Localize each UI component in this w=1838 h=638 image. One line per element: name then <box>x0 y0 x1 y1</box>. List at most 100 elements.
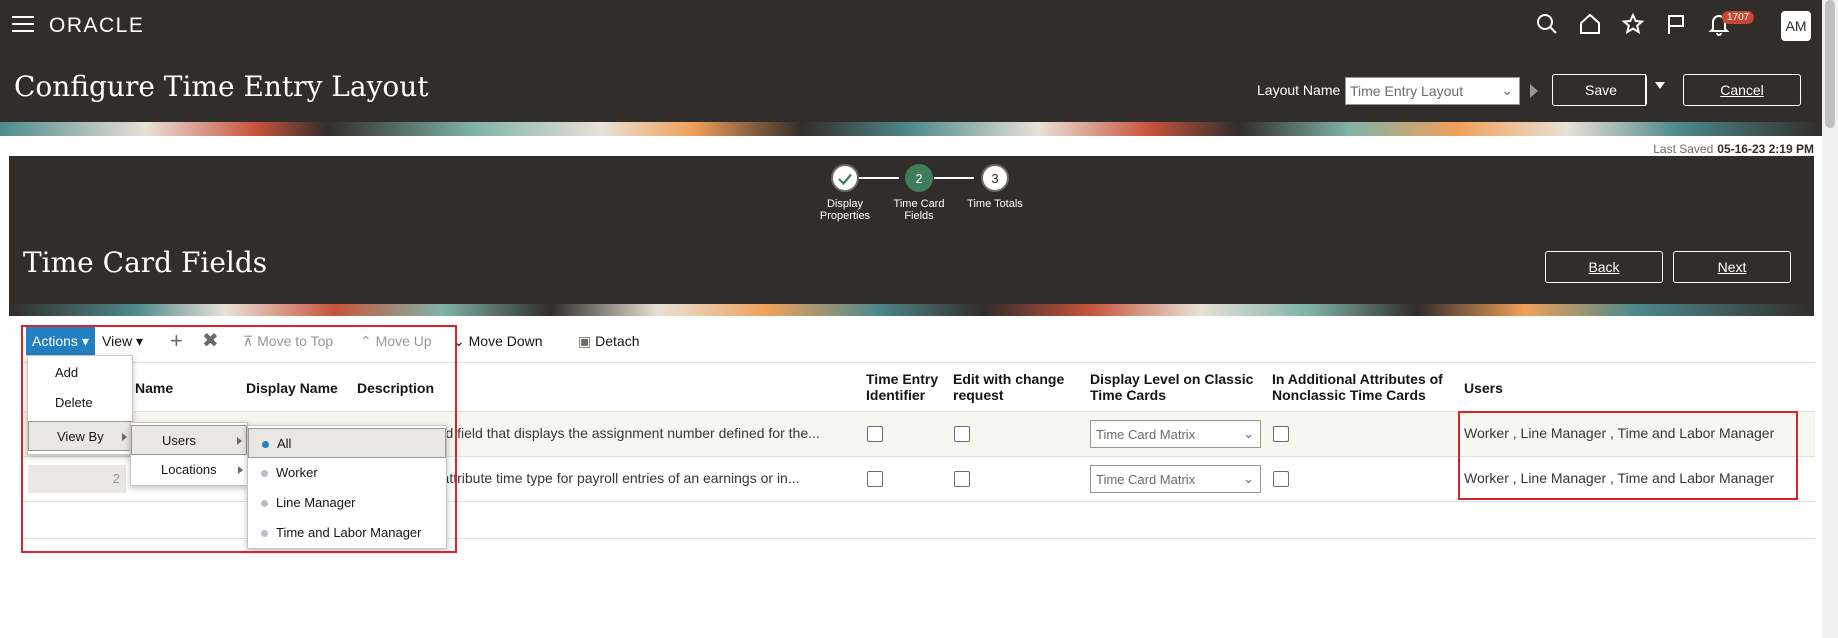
save-options-chevron-icon[interactable] <box>1655 82 1665 89</box>
last-saved-status: Last Saved 05-16-23 2:19 PM <box>1653 142 1814 156</box>
menu-item-add[interactable]: Add <box>28 358 132 388</box>
menu-item-all[interactable]: All <box>248 428 446 458</box>
search-icon[interactable] <box>1535 12 1563 40</box>
display-level-select[interactable]: Time Card Matrix ⌄ <box>1090 420 1261 448</box>
display-level-value: Time Card Matrix <box>1096 472 1196 487</box>
users-label: Users <box>162 433 196 448</box>
actions-menu-button[interactable]: Actions ▾ <box>26 327 95 355</box>
users-cell: Worker , Line Manager , Time and Labor M… <box>1464 470 1775 486</box>
move-up-label: Move Up <box>375 333 432 349</box>
chevron-down-icon: ⌄ <box>1501 82 1513 98</box>
x-icon[interactable]: ✖ <box>202 325 219 357</box>
hamburger-menu-icon[interactable] <box>12 16 34 34</box>
back-button[interactable]: Back <box>1545 251 1663 283</box>
time-and-labor-manager-label: Time and Labor Manager <box>276 525 422 540</box>
header-line: Time Entry <box>866 371 939 387</box>
check-icon <box>831 164 859 192</box>
layout-play-icon[interactable] <box>1530 84 1538 98</box>
move-down-button[interactable]: ⌄ Move Down <box>453 325 543 357</box>
actions-menu: Add Delete View By <box>27 355 133 455</box>
display-level-value: Time Card Matrix <box>1096 427 1196 442</box>
view-by-submenu: Users Locations <box>130 422 248 486</box>
detach-icon: ▣ <box>578 333 592 349</box>
description-cell: le-attribute time type for payroll entri… <box>426 470 800 486</box>
step-number: 2 <box>905 164 933 192</box>
chevron-down-icon: ⌄ <box>1243 426 1254 441</box>
radio-unselected-icon <box>261 530 268 537</box>
header-line: Edit with change <box>953 371 1065 387</box>
edit-with-change-checkbox[interactable] <box>954 471 970 487</box>
home-icon[interactable] <box>1578 12 1606 40</box>
flag-icon[interactable] <box>1664 12 1692 40</box>
page-title: Configure Time Entry Layout <box>14 70 429 103</box>
favorites-star-icon[interactable] <box>1621 12 1649 40</box>
additional-attributes-checkbox[interactable] <box>1273 471 1289 487</box>
train-step-time-totals[interactable]: 3 Time Totals <box>955 164 1035 210</box>
locations-label: Locations <box>161 462 217 477</box>
move-to-top-icon: ⊼ <box>243 333 254 349</box>
next-button[interactable]: Next <box>1673 251 1791 283</box>
plus-icon[interactable]: + <box>170 325 183 357</box>
last-saved-value: 05-16-23 2:19 PM <box>1717 142 1814 156</box>
page-scrollbar[interactable] <box>1822 0 1838 638</box>
chevron-down-icon: ▾ <box>135 333 144 349</box>
scroll-thumb[interactable] <box>1825 0 1835 128</box>
time-entry-identifier-checkbox[interactable] <box>867 471 883 487</box>
section-header-panel: Display Properties 2 Time Card Fields 3 … <box>9 156 1814 304</box>
column-header-edit-with-change[interactable]: Edit with change request <box>953 371 1064 403</box>
global-header: ORACLE 1707 AM <box>0 0 1822 52</box>
header-line: request <box>953 387 1004 403</box>
step-label: Display <box>826 198 864 210</box>
step-label: Time Card <box>893 198 945 210</box>
oracle-logo[interactable]: ORACLE <box>49 14 144 38</box>
header-line: Identifier <box>866 387 926 403</box>
save-button[interactable]: Save <box>1552 74 1647 106</box>
page-header: Configure Time Entry Layout Layout Name … <box>0 52 1822 122</box>
column-header-additional-attributes[interactable]: In Additional Attributes of Nonclassic T… <box>1272 371 1443 403</box>
view-menu-button[interactable]: View ▾ <box>102 325 143 357</box>
time-entry-identifier-checkbox[interactable] <box>867 426 883 442</box>
train-step-time-card-fields[interactable]: 2 Time Card Fields <box>879 164 959 222</box>
detach-button[interactable]: ▣ Detach <box>578 325 639 357</box>
menu-item-time-and-labor-manager[interactable]: Time and Labor Manager <box>248 518 446 548</box>
header-line: Display Level on Classic <box>1090 371 1254 387</box>
chevron-down-icon: ⌄ <box>1243 471 1254 486</box>
move-up-button[interactable]: ⌃ Move Up <box>360 325 432 357</box>
column-header-description[interactable]: Description <box>357 380 434 396</box>
move-to-top-label: Move to Top <box>257 333 334 349</box>
layout-name-value: Time Entry Layout <box>1350 83 1464 99</box>
radio-selected-icon <box>262 441 269 448</box>
submenu-arrow-icon <box>122 433 127 441</box>
menu-item-line-manager[interactable]: Line Manager <box>248 488 446 518</box>
view-label: View <box>102 333 133 349</box>
step-label: Fields <box>904 210 934 222</box>
display-level-select[interactable]: Time Card Matrix ⌄ <box>1090 465 1261 493</box>
users-cell: Worker , Line Manager , Time and Labor M… <box>1464 425 1775 441</box>
column-header-users[interactable]: Users <box>1464 380 1503 396</box>
chevron-up-icon: ⌃ <box>360 333 372 349</box>
train-step-display-properties[interactable]: Display Properties <box>805 164 885 222</box>
layout-name-select[interactable]: Time Entry Layout ⌄ <box>1345 77 1520 105</box>
radio-unselected-icon <box>261 500 268 507</box>
column-header-name[interactable]: Name <box>135 380 173 396</box>
column-header-display-level[interactable]: Display Level on Classic Time Cards <box>1090 371 1253 403</box>
actions-label: Actions <box>32 333 78 349</box>
menu-item-locations[interactable]: Locations <box>131 455 247 485</box>
header-line: Nonclassic Time Cards <box>1272 387 1426 403</box>
cancel-button[interactable]: Cancel <box>1683 74 1801 106</box>
column-header-time-entry-identifier[interactable]: Time Entry Identifier <box>866 371 938 403</box>
column-header-display-name[interactable]: Display Name <box>246 380 338 396</box>
save-button-label: Save <box>1585 82 1617 98</box>
step-label: Time Totals <box>967 198 1023 210</box>
user-avatar[interactable]: AM <box>1781 11 1811 41</box>
chevron-down-icon: ⌄ <box>453 333 465 349</box>
header-line: In Additional Attributes of <box>1272 371 1443 387</box>
menu-item-view-by[interactable]: View By <box>28 421 132 451</box>
move-to-top-button[interactable]: ⊼ Move to Top <box>243 325 333 357</box>
additional-attributes-checkbox[interactable] <box>1273 426 1289 442</box>
edit-with-change-checkbox[interactable] <box>954 426 970 442</box>
menu-item-users[interactable]: Users <box>131 425 247 455</box>
submenu-arrow-icon <box>237 437 242 445</box>
menu-item-worker[interactable]: Worker <box>248 458 446 488</box>
menu-item-delete[interactable]: Delete <box>28 388 132 418</box>
